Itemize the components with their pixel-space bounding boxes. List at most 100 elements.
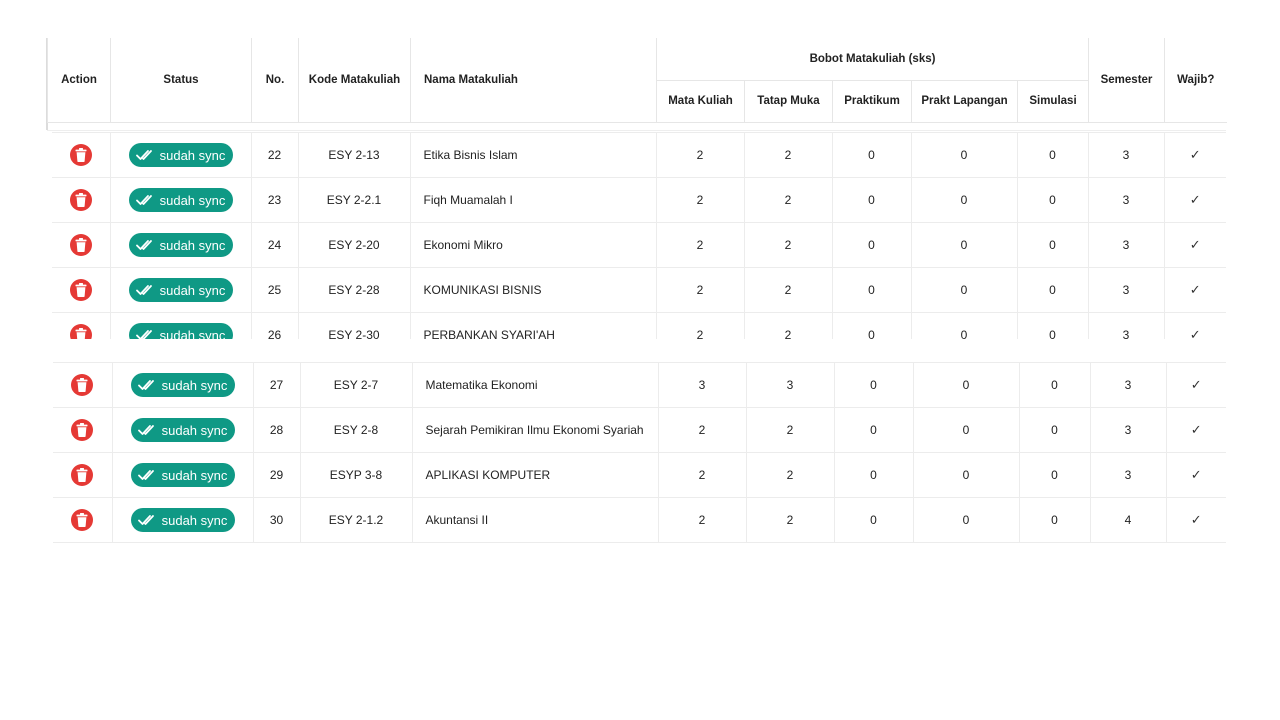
check-icon: ✓: [1189, 327, 1201, 339]
prakt-lapangan-cell: 0: [911, 222, 1018, 268]
tatap-muka-cell: 3: [746, 362, 835, 408]
status-label: sudah sync: [161, 467, 228, 483]
status-badge: sudah sync: [130, 463, 235, 487]
no-cell: 25: [251, 267, 299, 313]
prakt-lapangan-cell: 0: [913, 407, 1020, 453]
status-label: sudah sync: [161, 422, 228, 438]
table-row: sudah sync 28 ESY 2-8 Sejarah Pemikiran Ilm…: [53, 407, 1226, 453]
status-badge: sudah sync: [130, 373, 235, 397]
semester-cell: 3: [1088, 132, 1165, 178]
table-row: sudah sync 27 ESY 2-7 Matematika Ekonomi 3 3 0…: [53, 362, 1226, 408]
kode-cell: ESY 2-13: [298, 132, 411, 178]
nama-cell: APLIKASI KOMPUTER: [412, 452, 659, 498]
table-row: sudah sync 23 ESY 2-2.1 Fiqh Muamalah I2200…: [52, 177, 1226, 223]
status-cell: sudah sync: [110, 177, 252, 223]
trash-icon: [76, 423, 88, 437]
status-label: sudah sync: [159, 192, 226, 208]
kode-cell: ESY 2-30: [298, 312, 411, 339]
no-cell: 22: [251, 132, 299, 178]
delete-button[interactable]: [69, 189, 92, 211]
prakt-lapangan-cell: 0: [913, 362, 1020, 408]
trash-icon: [75, 283, 87, 297]
action-cell: [53, 452, 113, 498]
mata-kuliah-cell: 2: [656, 312, 745, 339]
status-cell: sudah sync: [112, 452, 254, 498]
nama-cell: Sejarah Pemikiran Ilmu Ekonomi Syariah: [412, 407, 659, 453]
mata-kuliah-cell: 2: [658, 452, 747, 498]
tatap-muka-cell: 2: [746, 497, 835, 543]
tatap-muka-cell: 2: [746, 407, 835, 453]
delete-button[interactable]: [69, 279, 92, 301]
tatap-muka-cell: 2: [744, 132, 833, 178]
no-cell: 30: [253, 497, 301, 543]
delete-button[interactable]: [69, 144, 92, 166]
double-check-icon: [135, 285, 152, 295]
prakt-lapangan-cell: 0: [913, 497, 1020, 543]
semester-cell: 3: [1090, 362, 1167, 408]
kode-cell: ESY 2-20: [298, 222, 411, 268]
delete-button[interactable]: [71, 509, 94, 531]
double-check-icon: [135, 240, 152, 250]
no-cell: 26: [251, 312, 299, 339]
praktikum-cell: 0: [832, 312, 912, 339]
praktikum-cell: 0: [834, 407, 914, 453]
simulasi-cell: 0: [1019, 497, 1091, 543]
mata-kuliah-cell: 2: [658, 497, 747, 543]
check-icon: ✓: [1189, 237, 1201, 252]
check-icon: ✓: [1189, 192, 1201, 207]
delete-button[interactable]: [69, 234, 92, 256]
delete-button[interactable]: [71, 419, 94, 441]
nama-cell: Ekonomi Mikro: [410, 222, 657, 268]
tatap-muka-cell: 2: [744, 177, 833, 223]
wajib-cell: ✓: [1166, 407, 1226, 453]
simulasi-cell: 0: [1019, 362, 1091, 408]
table-body-viewport[interactable]: sudah sync 22 ESY 2-13 Etika Bisnis Islam 2 2…: [0, 0, 1280, 339]
delete-button[interactable]: [71, 374, 94, 396]
delete-button[interactable]: [69, 324, 92, 339]
semester-cell: 3: [1088, 267, 1165, 313]
action-cell: [53, 362, 113, 408]
action-cell: [52, 222, 111, 268]
nama-cell: Akuntansi II: [412, 497, 659, 543]
tatap-muka-cell: 2: [744, 222, 833, 268]
status-cell: sudah sync: [112, 407, 254, 453]
status-cell: sudah sync: [110, 132, 252, 178]
wajib-cell: ✓: [1164, 132, 1226, 178]
prakt-lapangan-cell: 0: [911, 177, 1018, 223]
status-cell: sudah sync: [112, 497, 254, 543]
prakt-lapangan-cell: 0: [913, 452, 1020, 498]
check-icon: ✓: [1190, 467, 1202, 482]
status-label: sudah sync: [159, 282, 226, 298]
table-body-bottom: sudah sync 27 ESY 2-7 Matematika Ekonomi 3 3 0…: [53, 362, 1226, 543]
praktikum-cell: 0: [834, 452, 914, 498]
mata-kuliah-cell: 3: [658, 362, 747, 408]
check-icon: ✓: [1190, 422, 1202, 437]
tatap-muka-cell: 2: [744, 312, 833, 339]
delete-button[interactable]: [71, 464, 94, 486]
wajib-cell: ✓: [1164, 267, 1226, 313]
trash-icon: [76, 378, 88, 392]
action-cell: [53, 407, 113, 453]
status-badge: sudah sync: [130, 418, 235, 442]
simulasi-cell: 0: [1019, 407, 1091, 453]
praktikum-cell: 0: [834, 362, 914, 408]
praktikum-cell: 0: [832, 177, 912, 223]
status-label: sudah sync: [161, 512, 228, 528]
trash-icon: [76, 468, 88, 482]
tatap-muka-cell: 2: [744, 267, 833, 313]
simulasi-cell: 0: [1017, 132, 1089, 178]
check-icon: ✓: [1189, 147, 1201, 162]
status-cell: sudah sync: [112, 362, 254, 408]
table-row: sudah sync 22 ESY 2-13 Etika Bisnis Islam 2 2…: [52, 132, 1226, 178]
double-check-icon: [135, 150, 152, 160]
simulasi-cell: 0: [1019, 452, 1091, 498]
tatap-muka-cell: 2: [746, 452, 835, 498]
nama-cell: Matematika Ekonomi: [412, 362, 659, 408]
simulasi-cell: 0: [1017, 267, 1089, 313]
kode-cell: ESY 2-1.2: [300, 497, 413, 543]
status-cell: sudah sync: [110, 312, 252, 339]
simulasi-cell: 0: [1017, 177, 1089, 223]
praktikum-cell: 0: [832, 222, 912, 268]
nama-cell: Etika Bisnis Islam: [410, 132, 657, 178]
table-row: sudah sync 24 ESY 2-20 Ekonomi Mikro 2 2 0 0 0 3 ✓: [52, 222, 1226, 268]
